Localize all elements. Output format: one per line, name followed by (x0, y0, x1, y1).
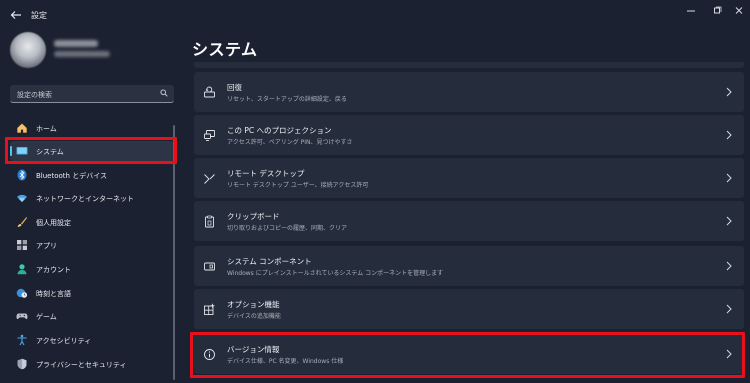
chevron-right-icon (726, 261, 732, 271)
sidebar-item-bluetooth[interactable]: Bluetooth とデバイス (10, 165, 174, 185)
card-subtitle: デバイスの追加機能 (227, 313, 281, 320)
chevron-right-icon (726, 216, 732, 226)
optional-features-icon (204, 303, 215, 315)
sidebar-item-personalization[interactable]: 個人用設定 (10, 212, 174, 232)
card-system-components[interactable]: システム コンポーネント Windows にプレインストールされているシステム … (194, 246, 744, 286)
card-title: システム コンポーネント (227, 257, 312, 266)
home-icon (17, 123, 27, 133)
card-cutoff (194, 62, 744, 68)
card-projection[interactable]: この PC へのプロジェクション アクセス許可、ペアリング PIN、見つけやすさ (194, 115, 744, 155)
sidebar-item-accessibility[interactable]: アクセシビリティ (10, 330, 174, 350)
sidebar-item-label: アカウント (36, 266, 71, 274)
accessibility-icon (17, 334, 27, 346)
chevron-right-icon (726, 173, 732, 183)
search-input[interactable]: 設定の検索 (10, 85, 174, 103)
card-title: 回復 (227, 83, 242, 92)
card-subtitle: リセット、スタートアップの詳細設定、戻る (227, 96, 347, 103)
network-icon (17, 194, 27, 202)
card-subtitle: アクセス許可、ペアリング PIN、見つけやすさ (227, 139, 353, 146)
card-title: この PC へのプロジェクション (227, 126, 332, 135)
card-title: クリップボード (227, 212, 280, 221)
sidebar-item-gaming[interactable]: ゲーム (10, 306, 174, 326)
card-remote-desktop[interactable]: リモート デスクトップ リモート デスクトップ ユーザー、接続アクセス許可 (194, 158, 744, 198)
gamepad-icon (16, 313, 28, 320)
sidebar-item-home[interactable]: ホーム (10, 118, 174, 138)
back-arrow-icon[interactable] (9, 8, 23, 22)
sidebar-item-label: ホーム (36, 125, 57, 133)
sidebar-item-label: プライバシーとセキュリティ (36, 361, 127, 369)
sidebar-item-label: ゲーム (36, 313, 57, 321)
card-clipboard[interactable]: クリップボード 切り取りおよびコピーの履歴、同期、クリア (194, 201, 744, 241)
highlight-box-about (190, 332, 745, 378)
sidebar-item-privacy-security[interactable]: プライバシーとセキュリティ (10, 354, 174, 374)
card-subtitle: Windows にプレインストールされているシステム コンポーネントを管理します (227, 270, 444, 277)
apps-icon (17, 240, 27, 250)
search-placeholder: 設定の検索 (17, 91, 52, 99)
settings-window: 設定 設定の検索 ホーム システム Bluetooth とデバイス ネットワーク… (0, 0, 750, 383)
page-title: システム (192, 40, 258, 59)
avatar[interactable] (10, 32, 46, 68)
chevron-right-icon (726, 87, 732, 97)
bluetooth-icon (17, 169, 27, 181)
card-recovery[interactable]: 回復 リセット、スタートアップの詳細設定、戻る (194, 72, 744, 112)
chevron-right-icon (726, 130, 732, 140)
sidebar-item-accounts[interactable]: アカウント (10, 259, 174, 279)
title-bar: 設定 (0, 0, 750, 30)
card-title: リモート デスクトップ (227, 169, 305, 178)
clipboard-icon (205, 215, 214, 228)
account-icon (17, 264, 27, 275)
sidebar-item-label: 時刻と言語 (36, 290, 71, 298)
sidebar-item-apps[interactable]: アプリ (10, 235, 174, 255)
close-button[interactable] (729, 5, 749, 19)
card-optional-features[interactable]: オプション機能 デバイスの追加機能 (194, 289, 744, 329)
sidebar-item-label: アプリ (36, 242, 57, 250)
sidebar-item-label: ネットワークとインターネット (36, 195, 134, 203)
user-email (54, 51, 110, 57)
components-icon (204, 262, 215, 271)
search-icon[interactable] (160, 89, 168, 97)
recovery-icon (204, 86, 215, 98)
sidebar-item-label: Bluetooth とデバイス (36, 172, 107, 180)
user-name (54, 40, 98, 47)
globe-clock-icon (16, 288, 28, 298)
window-title: 設定 (31, 11, 47, 20)
projection-icon (204, 130, 215, 141)
sidebar-item-time-language[interactable]: 時刻と言語 (10, 283, 174, 303)
card-subtitle: 切り取りおよびコピーの履歴、同期、クリア (227, 225, 348, 232)
minimize-button[interactable] (681, 5, 701, 19)
sidebar-item-network[interactable]: ネットワークとインターネット (10, 188, 174, 208)
remote-desktop-icon (204, 174, 215, 184)
brush-icon (17, 217, 27, 227)
highlight-box-system (5, 137, 177, 164)
chevron-right-icon (726, 304, 732, 314)
maximize-button[interactable] (707, 5, 727, 19)
sidebar-item-label: アクセシビリティ (36, 337, 92, 345)
sidebar-item-label: 個人用設定 (36, 219, 71, 227)
shield-icon (17, 358, 27, 370)
card-subtitle: リモート デスクトップ ユーザー、接続アクセス許可 (227, 182, 369, 189)
card-title: オプション機能 (227, 300, 280, 309)
